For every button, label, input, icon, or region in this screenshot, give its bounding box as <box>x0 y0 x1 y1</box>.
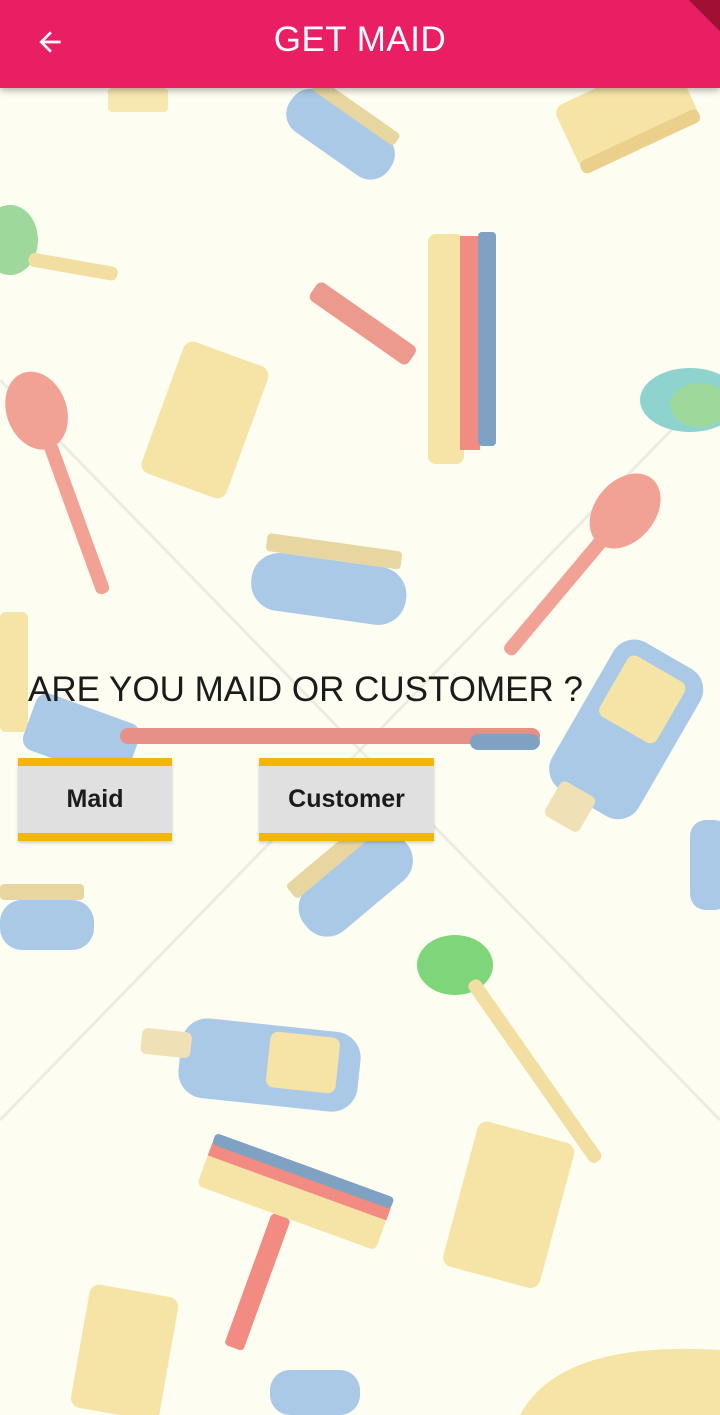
customer-button[interactable]: Customer <box>259 758 434 841</box>
squeegee-shape <box>309 232 496 464</box>
dustpan-shape <box>520 1348 720 1415</box>
screen: GET MAID ARE YOU MAID OR CUSTOMER ? Maid… <box>0 0 720 1415</box>
spray-bottle-shape <box>544 639 704 832</box>
page-title: GET MAID <box>273 20 447 59</box>
sponge-shape <box>0 612 28 732</box>
squeegee-shape <box>198 1133 394 1351</box>
maid-button-label: Maid <box>66 785 124 813</box>
app-bar: GET MAID <box>0 0 720 88</box>
spray-bottle-shape <box>140 1018 361 1112</box>
scrub-brush-shape <box>251 533 407 625</box>
maid-button[interactable]: Maid <box>18 758 172 841</box>
hairbrush-shape <box>5 371 110 595</box>
scrub-brush-shape <box>286 79 400 180</box>
role-question: ARE YOU MAID OR CUSTOMER ? <box>28 670 583 709</box>
brush-shape <box>108 88 168 112</box>
duster-shape <box>640 368 720 432</box>
sponge-shape <box>141 341 269 499</box>
hairbrush-shape <box>504 473 661 656</box>
scrub-brush-shape <box>0 884 94 950</box>
duster-shape <box>0 205 118 281</box>
customer-button-label: Customer <box>288 785 405 813</box>
sponge-shape <box>70 1284 179 1415</box>
brush-shape <box>270 1370 360 1415</box>
sponge-shape <box>443 1121 575 1288</box>
brush-shape <box>690 820 720 910</box>
